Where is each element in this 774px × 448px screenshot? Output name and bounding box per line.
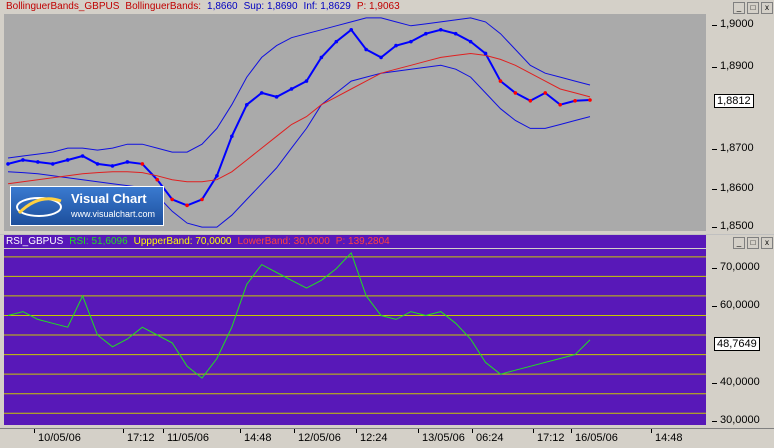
price-point bbox=[453, 31, 458, 36]
price-point bbox=[21, 158, 25, 162]
price-point bbox=[95, 162, 100, 166]
price-point bbox=[483, 51, 488, 56]
price-point bbox=[319, 55, 324, 60]
x-tick: 14:48 bbox=[651, 429, 683, 444]
current-rsi-label: 48,7649 bbox=[714, 337, 760, 351]
rsi-lower-band: LowerBand: 30,0000 bbox=[237, 236, 330, 247]
bollinger-y-axis: 1,9000 1,8900 1,8700 1,8600 1,8500 1,881… bbox=[708, 14, 774, 232]
logo-swoosh-icon bbox=[16, 197, 62, 217]
bollinger-sup: Sup: 1,8690 bbox=[243, 1, 298, 12]
price-point bbox=[409, 39, 413, 44]
panel-close-button[interactable]: x bbox=[761, 2, 773, 14]
x-tick: 13/05/06 bbox=[418, 429, 465, 444]
rsi-chart bbox=[4, 251, 706, 414]
price-point bbox=[110, 164, 115, 168]
x-tick: 17:12 bbox=[123, 429, 155, 444]
x-tick: 12/05/06 bbox=[294, 429, 341, 444]
rsi-value: RSI: 51,6096 bbox=[69, 236, 128, 247]
x-tick: 11/05/06 bbox=[162, 429, 210, 444]
price-point bbox=[304, 79, 309, 83]
price-point bbox=[125, 160, 130, 164]
price-point bbox=[289, 87, 294, 91]
price-point bbox=[80, 154, 85, 158]
current-price-label: 1,8812 bbox=[714, 94, 754, 108]
x-tick: 06:24 bbox=[472, 429, 504, 444]
price-point bbox=[274, 95, 279, 99]
price-point bbox=[349, 27, 354, 32]
x-tick: 17:12 bbox=[533, 429, 565, 444]
bollinger-value: 1,8660 bbox=[207, 1, 238, 12]
price-point bbox=[140, 162, 145, 166]
price-point bbox=[364, 47, 368, 52]
rsi-minimize-button[interactable]: _ bbox=[733, 237, 745, 249]
rsi-panel: RSI_GBPUS RSI: 51,6096 UppperBand: 70,0000… bbox=[0, 235, 774, 428]
y-tick: 1,8700 bbox=[712, 142, 754, 154]
panel-minimize-button[interactable]: _ bbox=[733, 2, 745, 14]
bollinger-inf: Inf: 1,8629 bbox=[303, 1, 351, 12]
rsi-plot-area[interactable] bbox=[4, 249, 706, 425]
y-tick: 1,8900 bbox=[712, 60, 754, 72]
x-tick: 14:48 bbox=[240, 429, 272, 444]
price-point bbox=[588, 98, 592, 102]
price-point bbox=[215, 173, 219, 178]
x-tick: 12:24 bbox=[356, 429, 388, 444]
y-tick: 1,9000 bbox=[712, 18, 754, 30]
price-point bbox=[438, 27, 443, 32]
y-tick: 30,0000 bbox=[712, 414, 760, 426]
x-tick: 10/05/06 bbox=[34, 429, 81, 444]
rsi-close-button[interactable]: x bbox=[761, 237, 773, 249]
price-point bbox=[379, 55, 383, 60]
moving-average-line bbox=[7, 52, 591, 185]
rsi-y-axis: 70,0000 60,0000 40,0000 30,0000 48,7649 bbox=[708, 249, 774, 426]
rsi-maximize-button[interactable]: □ bbox=[747, 237, 759, 249]
y-tick: 60,0000 bbox=[712, 299, 760, 311]
price-point bbox=[259, 91, 264, 95]
x-tick: 16/05/06 bbox=[571, 429, 618, 444]
rsi-header: RSI_GBPUS RSI: 51,6096 UppperBand: 70,0000… bbox=[4, 235, 706, 248]
price-point bbox=[200, 197, 204, 202]
price-point bbox=[36, 160, 40, 164]
price-point bbox=[6, 162, 10, 166]
price-point bbox=[573, 99, 577, 103]
rsi-p: P: 139,2804 bbox=[335, 236, 390, 247]
panel-maximize-button[interactable]: □ bbox=[747, 2, 759, 14]
price-point bbox=[558, 102, 562, 107]
bollinger-header: BollinguerBands_GBPUS BollinguerBands: 1,8… bbox=[6, 0, 406, 13]
visual-chart-logo: Visual Chart www.visualchart.com bbox=[10, 186, 164, 226]
price-point bbox=[513, 91, 518, 95]
price-point bbox=[498, 79, 503, 83]
rsi-indicator-name: RSI_GBPUS bbox=[6, 236, 64, 247]
price-point bbox=[424, 31, 428, 36]
logo-url: www.visualchart.com bbox=[71, 209, 156, 219]
price-point bbox=[244, 102, 249, 107]
price-point bbox=[334, 39, 339, 44]
price-point bbox=[170, 197, 174, 202]
y-tick: 70,0000 bbox=[712, 261, 760, 273]
bollinger-label: BollinguerBands: bbox=[125, 1, 202, 12]
price-point bbox=[468, 39, 473, 44]
y-tick: 40,0000 bbox=[712, 376, 760, 388]
logo-title: Visual Chart bbox=[71, 191, 147, 206]
time-axis: 10/05/06 17:12 11/05/06 14:48 12/05/06 1… bbox=[0, 428, 774, 448]
price-series-line bbox=[7, 28, 591, 207]
upper-band-line bbox=[7, 17, 591, 159]
bollinger-indicator-name: BollinguerBands_GBPUS bbox=[6, 1, 120, 12]
price-point bbox=[543, 91, 548, 95]
y-tick: 1,8600 bbox=[712, 182, 754, 194]
y-tick: 1,8500 bbox=[712, 220, 754, 232]
price-point bbox=[185, 203, 189, 208]
bollinger-p: P: 1,9063 bbox=[356, 1, 400, 12]
bollinger-panel: BollinguerBands_GBPUS BollinguerBands: 1,8… bbox=[0, 0, 774, 234]
price-point bbox=[65, 158, 70, 162]
rsi-upper-band: UppperBand: 70,0000 bbox=[133, 236, 232, 247]
price-point bbox=[155, 177, 160, 182]
price-point bbox=[394, 43, 398, 48]
price-point bbox=[230, 134, 234, 139]
price-point bbox=[50, 162, 55, 166]
price-point bbox=[528, 99, 533, 103]
